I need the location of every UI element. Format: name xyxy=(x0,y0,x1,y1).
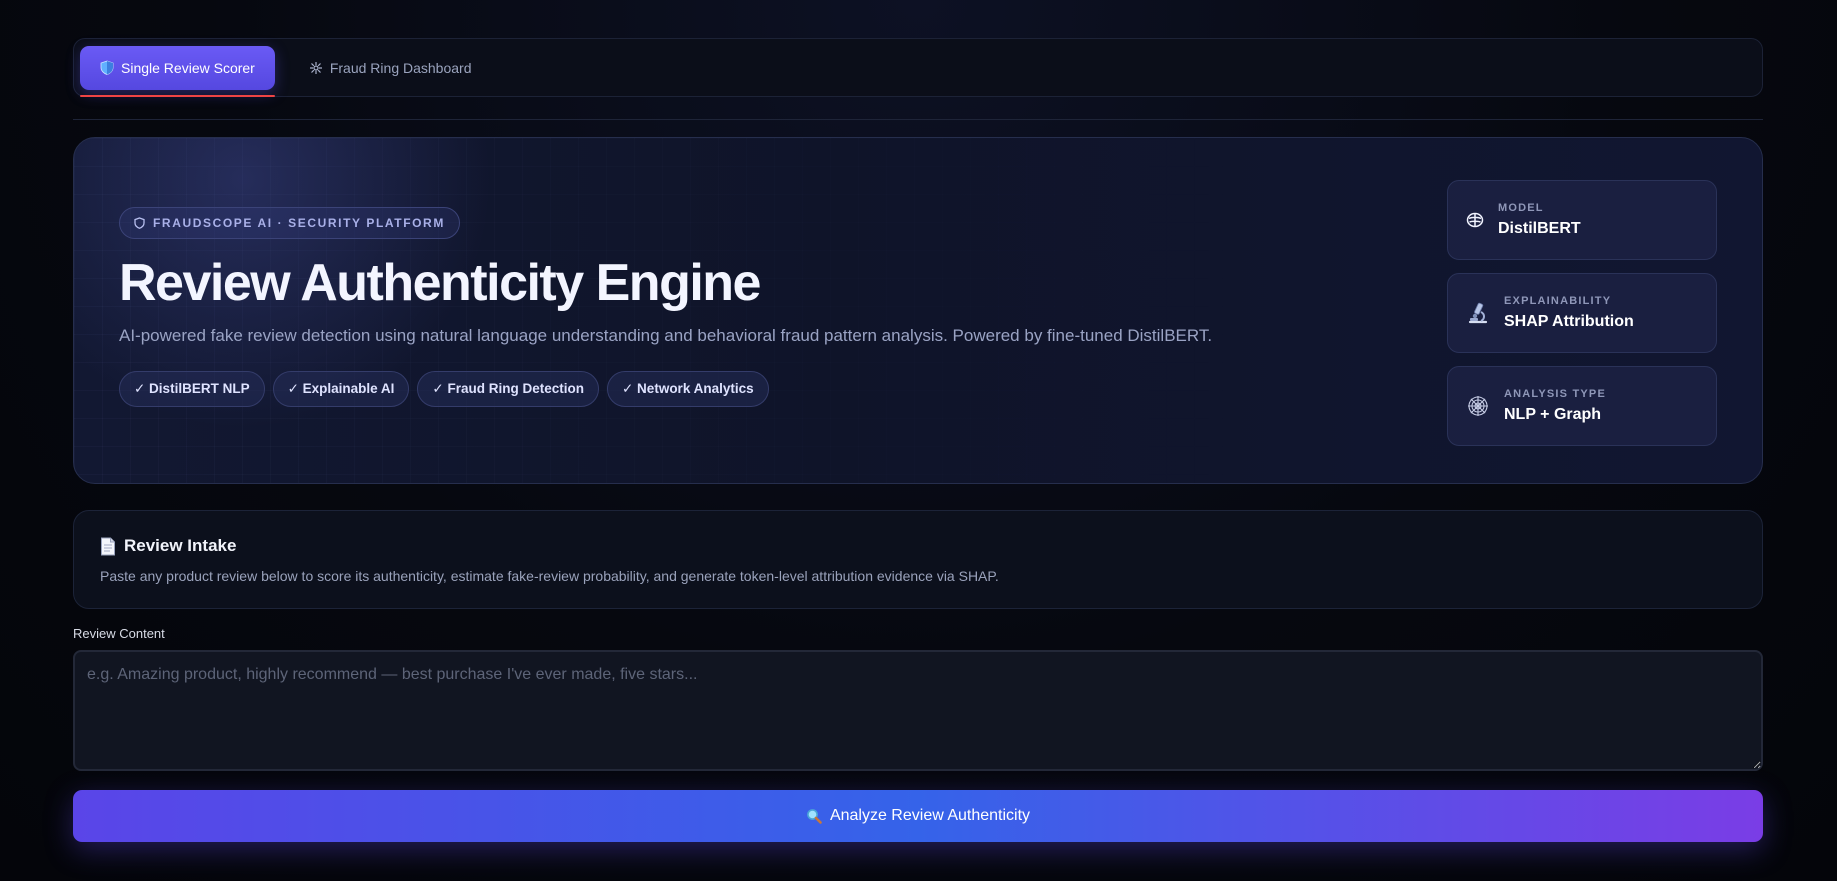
info-card-model: MODEL DistilBERT xyxy=(1447,180,1717,260)
page-title: Review Authenticity Engine xyxy=(119,254,761,312)
info-card-label: MODEL xyxy=(1498,202,1544,214)
shield-outline-icon xyxy=(134,217,145,229)
microscope-icon xyxy=(1466,301,1490,325)
intake-title: Review Intake xyxy=(100,536,1736,556)
magnifier-icon xyxy=(806,808,822,824)
info-card-value: SHAP Attribution xyxy=(1504,313,1634,330)
document-icon xyxy=(100,537,116,556)
analyze-button-label: Analyze Review Authenticity xyxy=(829,807,1031,824)
platform-badge: FRAUDSCOPE AI · SECURITY PLATFORM xyxy=(119,207,460,239)
divider xyxy=(73,119,1763,120)
review-content-input[interactable] xyxy=(73,650,1763,771)
shield-icon xyxy=(100,60,114,75)
info-card-value: DistilBERT xyxy=(1498,220,1581,237)
review-intake-panel: Review Intake Paste any product review b… xyxy=(73,510,1763,609)
info-card-explainability: EXPLAINABILITY SHAP Attribution xyxy=(1447,273,1717,353)
info-card-analysis-type: ANALYSIS TYPE NLP + Graph xyxy=(1447,366,1717,446)
tab-single-review-scorer[interactable]: Single Review Scorer xyxy=(80,45,275,97)
chip-network-analytics: ✓ Network Analytics xyxy=(607,371,769,408)
web-icon xyxy=(1466,394,1490,418)
network-icon xyxy=(309,61,323,75)
info-card-label: ANALYSIS TYPE xyxy=(1504,388,1606,400)
hero-panel: FRAUDSCOPE AI · SECURITY PLATFORM Review… xyxy=(73,137,1763,484)
platform-badge-text: FRAUDSCOPE AI · SECURITY PLATFORM xyxy=(153,216,445,230)
tab-label: Fraud Ring Dashboard xyxy=(329,59,472,76)
intake-description: Paste any product review below to score … xyxy=(100,568,999,584)
app-root: Single Review Scorer Fraud Ring Dashboar… xyxy=(73,38,1763,842)
intake-title-text: Review Intake xyxy=(124,536,237,555)
tab-label: Single Review Scorer xyxy=(121,59,255,76)
info-card-label: EXPLAINABILITY xyxy=(1504,295,1612,307)
brain-icon xyxy=(1466,212,1484,228)
info-cards: MODEL DistilBERT EXPLAINABILITY SHAP Att… xyxy=(1447,180,1717,446)
analyze-review-button[interactable]: Analyze Review Authenticity xyxy=(73,790,1763,842)
hero-content: FRAUDSCOPE AI · SECURITY PLATFORM Review… xyxy=(119,207,1269,408)
tab-fraud-ring-dashboard[interactable]: Fraud Ring Dashboard xyxy=(289,46,492,90)
review-content-label: Review Content xyxy=(73,626,165,641)
chip-explainable-ai: ✓ Explainable AI xyxy=(272,371,410,408)
feature-chips: ✓ DistilBERT NLP ✓ Explainable AI ✓ Frau… xyxy=(119,371,1269,408)
info-card-value: NLP + Graph xyxy=(1504,406,1602,423)
hero-description: AI-powered fake review detection using n… xyxy=(119,326,1213,346)
chip-distilbert-nlp: ✓ DistilBERT NLP xyxy=(119,371,265,408)
chip-fraud-ring-detection: ✓ Fraud Ring Detection xyxy=(417,371,599,408)
tab-bar: Single Review Scorer Fraud Ring Dashboar… xyxy=(73,38,1763,97)
